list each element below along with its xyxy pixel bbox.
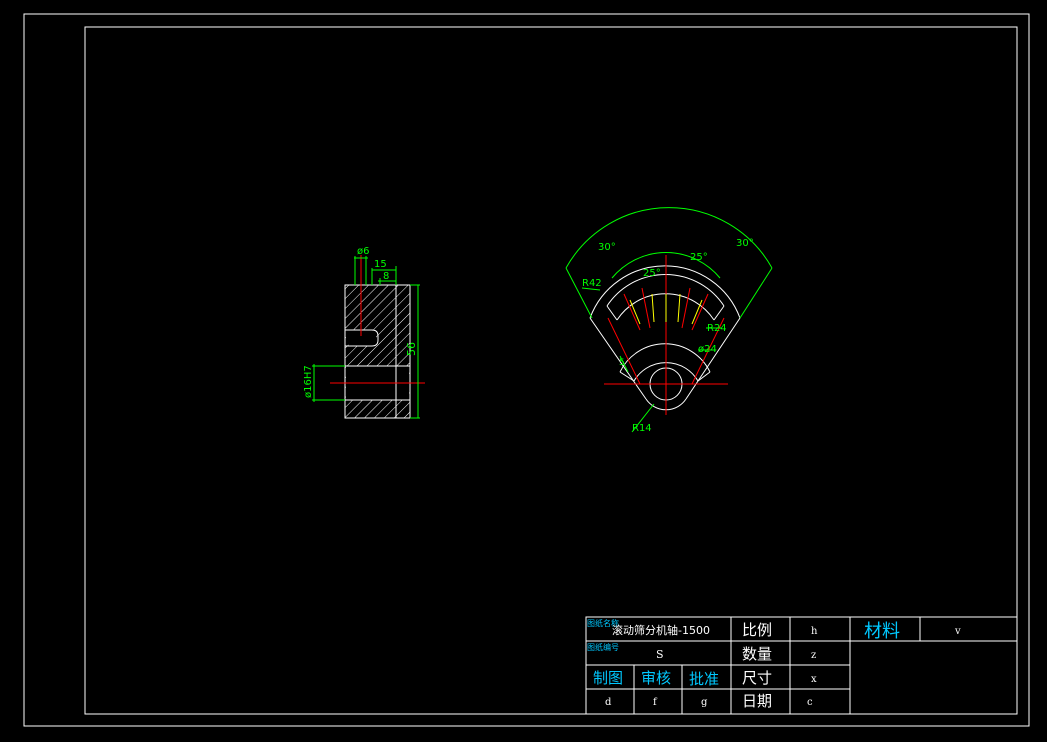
material-value: v — [954, 626, 961, 637]
angle-right-outer: 30° — [736, 238, 754, 249]
scale-value: h — [811, 626, 818, 637]
dia-24: ø24 — [698, 344, 717, 355]
outer-arc — [589, 265, 741, 319]
radius-r24: R24 — [707, 323, 727, 334]
inner-frame — [84, 26, 1018, 715]
dim-56: 56 — [405, 342, 418, 356]
drawn-value: d — [605, 697, 612, 708]
dim-8: 8 — [383, 271, 389, 282]
angle-left-inner: 25° — [643, 268, 661, 279]
right-sector-view: 30° 30° 25° 25° R42 R24 ø24 R14 5 — [565, 207, 773, 434]
outer-frame — [23, 13, 1030, 727]
quantity-label: 数量 — [742, 645, 772, 663]
date-value: c — [807, 697, 813, 708]
approved-label: 批准 — [689, 670, 719, 688]
material-label: 材料 — [864, 621, 900, 642]
drawn-label: 制图 — [593, 669, 623, 687]
checked-value: f — [653, 697, 658, 708]
title-block: 图纸名称 滚动筛分机轴-1500 图纸编号 S 比例 h 材料 v 数量 z 制… — [585, 616, 1018, 715]
cad-drawing-canvas: ø6 15 8 56 ø16H7 30° 30° 25° 25° R42 R24… — [23, 13, 1030, 727]
angle-left-outer: 30° — [598, 242, 616, 253]
drawing-name: 滚动筛分机轴-1500 — [612, 623, 710, 637]
dim-15: 15 — [374, 259, 387, 270]
dim-bore: ø16H7 — [303, 365, 314, 398]
date-label: 日期 — [742, 692, 772, 710]
dim-dia6: ø6 — [357, 246, 369, 257]
scale-label: 比例 — [742, 621, 772, 639]
quantity-value: z — [811, 650, 816, 661]
radius-r14: R14 — [632, 423, 652, 434]
drawing-no-label: 图纸编号 — [587, 642, 619, 652]
approved-value: g — [701, 697, 708, 708]
dim-5: 5 — [619, 358, 625, 368]
checked-label: 审核 — [641, 669, 671, 687]
radius-r42: R42 — [582, 278, 602, 289]
left-section-view: ø6 15 8 56 ø16H7 — [303, 246, 425, 419]
angle-right-inner: 25° — [690, 252, 708, 263]
size-value: x — [811, 674, 817, 685]
size-label: 尺寸 — [742, 669, 772, 687]
drawing-no: S — [656, 648, 664, 661]
